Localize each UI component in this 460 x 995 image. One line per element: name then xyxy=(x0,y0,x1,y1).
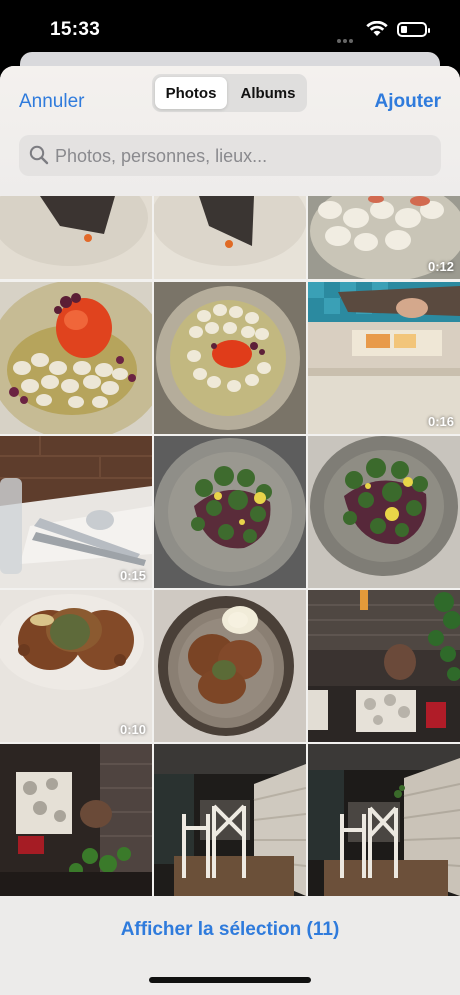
photo-thumbnail[interactable]: 0:15 xyxy=(0,436,152,588)
photo-thumbnail[interactable] xyxy=(308,744,460,896)
battery-icon xyxy=(397,22,430,37)
status-time: 15:33 xyxy=(50,19,101,40)
photo-thumbnail[interactable] xyxy=(0,196,152,279)
photo-thumbnail[interactable] xyxy=(308,590,460,742)
photo-image xyxy=(308,436,460,588)
cancel-button[interactable]: Annuler xyxy=(19,91,85,113)
photo-picker-sheet: Annuler Photos Albums Ajouter Photos, pe… xyxy=(0,66,460,995)
home-indicator xyxy=(149,977,311,983)
wifi-icon xyxy=(366,21,388,36)
photo-grid: 0:12 0:16 0:15 0:10 xyxy=(0,196,460,896)
photo-image xyxy=(0,436,152,588)
photo-thumbnail[interactable] xyxy=(308,436,460,588)
photo-thumbnail[interactable] xyxy=(154,744,306,896)
show-selection-button[interactable]: Afficher la sélection (11) xyxy=(0,918,460,942)
photo-thumbnail[interactable] xyxy=(0,744,152,896)
tab-photos[interactable]: Photos xyxy=(155,77,227,109)
tab-albums[interactable]: Albums xyxy=(232,77,304,109)
photo-image xyxy=(154,744,306,896)
photo-thumbnail[interactable] xyxy=(154,196,306,279)
bottom-bar: Afficher la sélection (11) xyxy=(0,896,460,995)
picker-header: Annuler Photos Albums Ajouter Photos, pe… xyxy=(0,66,460,196)
photo-thumbnail[interactable] xyxy=(154,590,306,742)
video-duration: 0:16 xyxy=(427,414,454,429)
photo-thumbnail[interactable]: 0:12 xyxy=(308,196,460,279)
photo-thumbnail[interactable] xyxy=(154,436,306,588)
photo-image xyxy=(308,744,460,896)
video-duration: 0:10 xyxy=(119,722,146,737)
photo-image xyxy=(0,744,152,896)
add-button[interactable]: Ajouter xyxy=(375,91,442,113)
photo-image xyxy=(308,282,460,434)
photo-thumbnail[interactable] xyxy=(0,282,152,434)
photo-thumbnail[interactable]: 0:16 xyxy=(308,282,460,434)
search-placeholder: Photos, personnes, lieux... xyxy=(55,146,268,166)
photo-image xyxy=(0,282,152,434)
search-input[interactable]: Photos, personnes, lieux... xyxy=(19,135,441,176)
photo-image xyxy=(154,590,306,742)
status-bar: 15:33 xyxy=(0,0,460,61)
search-icon xyxy=(29,145,49,165)
photo-image xyxy=(0,590,152,742)
photo-thumbnail[interactable]: 0:10 xyxy=(0,590,152,742)
video-duration: 0:15 xyxy=(119,568,146,583)
video-duration: 0:12 xyxy=(427,259,454,274)
photo-image xyxy=(0,196,152,279)
photo-image xyxy=(154,436,306,588)
photo-image xyxy=(154,196,306,279)
photo-image xyxy=(154,282,306,434)
cellular-signal-icon xyxy=(337,30,359,61)
photo-thumbnail[interactable] xyxy=(154,282,306,434)
photo-image xyxy=(308,590,460,742)
segmented-control: Photos Albums xyxy=(152,74,307,112)
